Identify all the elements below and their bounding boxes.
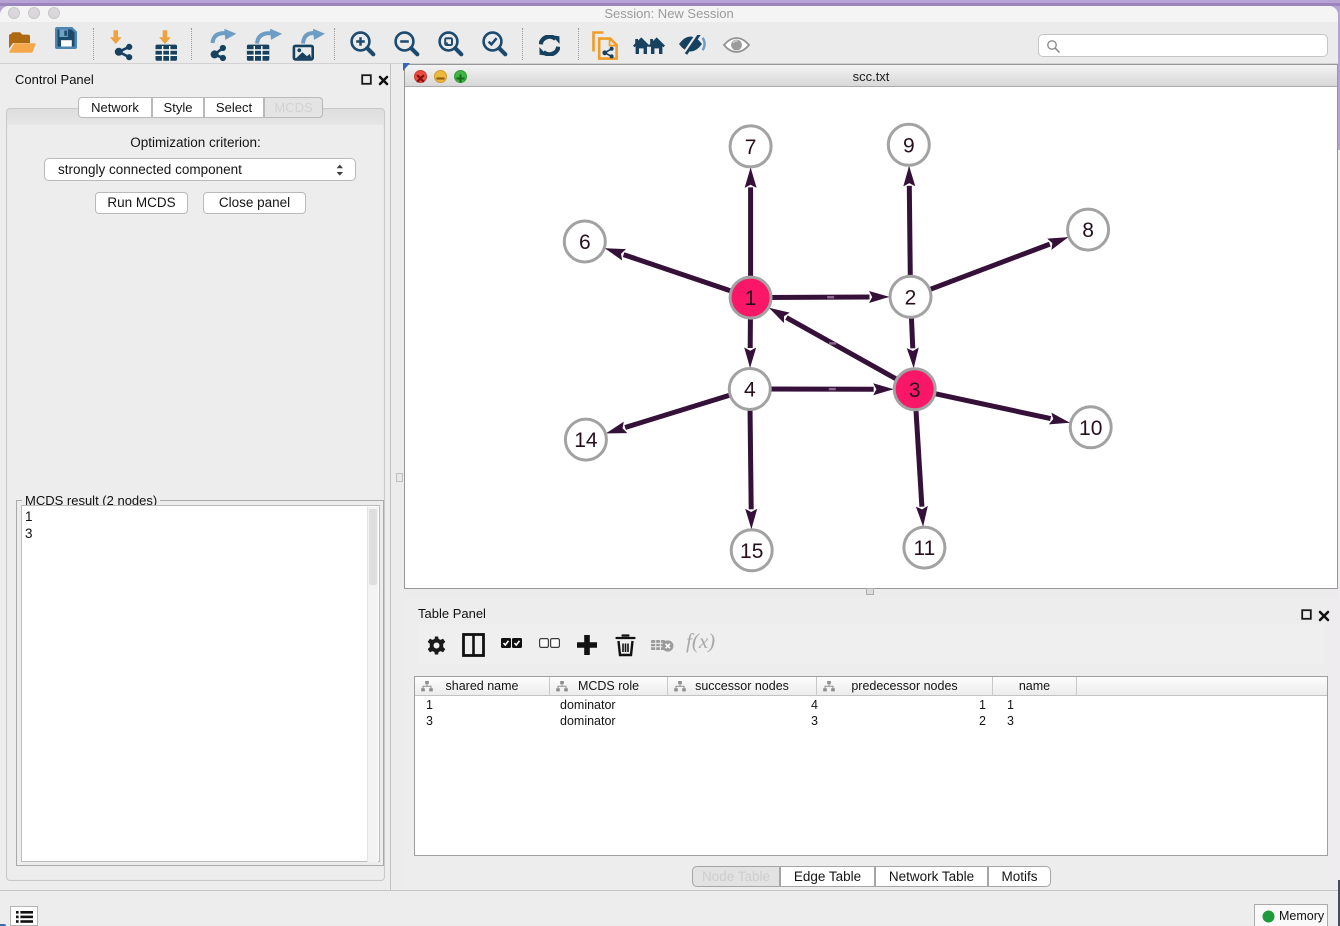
svg-text:14: 14 — [574, 429, 598, 452]
svg-text:3: 3 — [909, 379, 921, 402]
svg-text:8: 8 — [1082, 219, 1094, 242]
svg-text:11: 11 — [913, 537, 935, 560]
svg-text:2: 2 — [905, 286, 917, 309]
svg-text:10: 10 — [1079, 417, 1102, 440]
svg-text:9: 9 — [903, 134, 915, 157]
svg-text:15: 15 — [740, 540, 763, 563]
svg-text:1: 1 — [745, 287, 757, 310]
svg-text:7: 7 — [745, 136, 757, 159]
svg-text:4: 4 — [744, 379, 756, 402]
svg-text:6: 6 — [579, 231, 591, 254]
